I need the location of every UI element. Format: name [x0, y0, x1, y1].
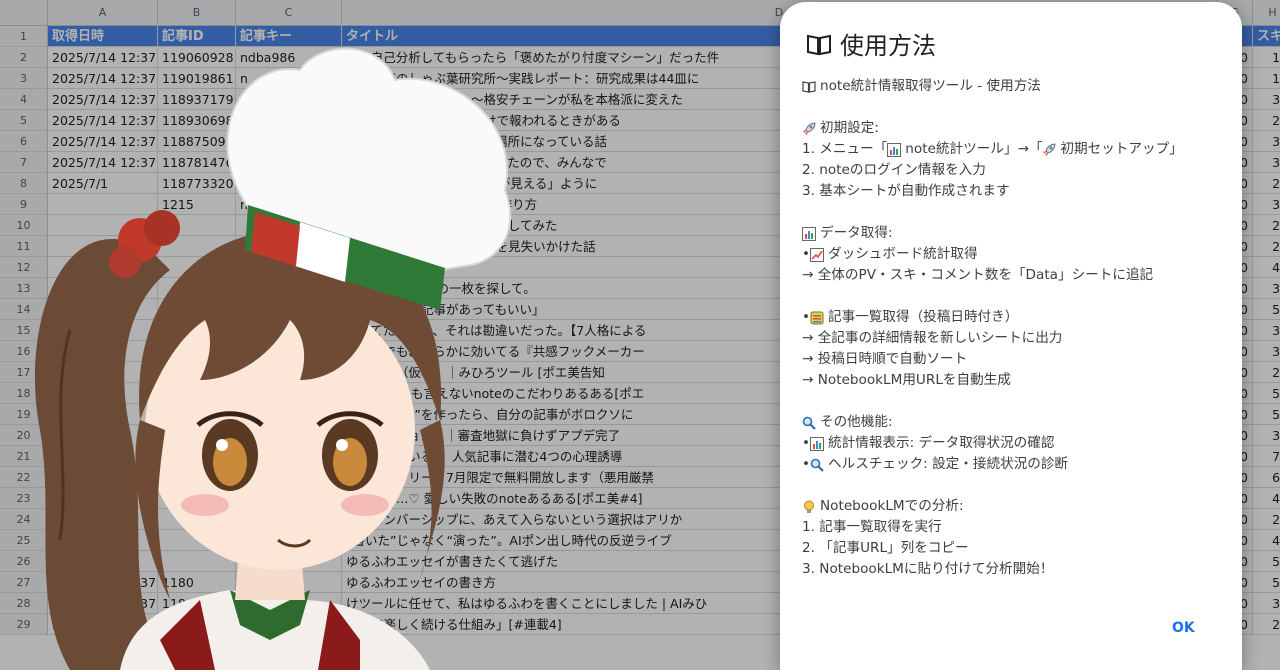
dialog-text: 2. noteのログイン情報を入力	[802, 162, 986, 178]
bulb-icon	[802, 500, 816, 514]
dialog-line: 3. 基本シートが自動作成されます	[802, 181, 1230, 202]
dialog-text: 3. 基本シートが自動作成されます	[802, 183, 1010, 199]
dialog-line: 初期設定:	[802, 118, 1230, 139]
chart-icon	[810, 436, 825, 451]
dialog-line: • 記事一覧取得（投稿日時付き）	[802, 307, 1230, 328]
dialog-text: 3. NotebookLMに貼り付けて分析開始！	[802, 561, 1054, 577]
dialog-line: • ヘルスチェック: 設定・接続状況の診断	[802, 454, 1230, 475]
dialog-body: note統計情報取得ツール - 使用方法 初期設定: 1. メニュー「 note統計ツ…	[802, 76, 1230, 580]
open-book-icon	[807, 34, 831, 55]
dialog-text: 1. メニュー「	[802, 141, 888, 157]
magnifier-icon	[802, 416, 816, 430]
dialog-line: データ取得:	[802, 223, 1230, 244]
dialog-text: note統計情報取得ツール - 使用方法	[820, 78, 1041, 94]
dialog-line: → 投稿日時順で自動ソート	[802, 349, 1230, 370]
dialog-text: •	[802, 309, 811, 325]
dialog-line: note統計情報取得ツール - 使用方法	[802, 76, 1230, 97]
dialog-line: → 全記事の詳細情報を新しいシートに出力	[802, 328, 1230, 349]
dialog-text: •	[802, 435, 811, 451]
dialog-text: → 全体のPV・スキ・コメント数を「Data」シートに追記	[802, 267, 1154, 283]
trend-icon	[810, 247, 825, 262]
dialog-text: •	[802, 456, 811, 472]
chart-icon	[887, 142, 902, 157]
dialog-line: 3. NotebookLMに貼り付けて分析開始！	[802, 559, 1230, 580]
dialog-text: note統計ツール」→「	[905, 141, 1043, 157]
dialog-title-text: 使用方法	[840, 32, 936, 60]
dialog-text: 初期設定:	[820, 120, 879, 136]
dialog-text: → 全記事の詳細情報を新しいシートに出力	[802, 330, 1063, 346]
dialog-line: • ダッシュボード統計取得	[802, 244, 1230, 265]
dialog-text: 記事一覧取得（投稿日時付き）	[828, 309, 1019, 325]
list-icon	[810, 311, 824, 325]
book-icon	[802, 80, 816, 94]
dialog-line: その他機能:	[802, 412, 1230, 433]
chef-girl-illustration	[34, 47, 511, 670]
dialog-text: 統計情報表示: データ取得状況の確認	[828, 435, 1055, 451]
dialog-text: ダッシュボード統計取得	[828, 246, 978, 262]
dialog-line: 2. noteのログイン情報を入力	[802, 160, 1230, 181]
dialog-text: ヘルスチェック: 設定・接続状況の診断	[828, 456, 1069, 472]
rocket-icon	[802, 122, 816, 136]
dialog-line: 2. 「記事URL」列をコピー	[802, 538, 1230, 559]
dialog-text: 2. 「記事URL」列をコピー	[802, 540, 969, 556]
ok-button[interactable]: OK	[1164, 614, 1203, 642]
dialog-text: → NotebookLM用URLを自動生成	[802, 372, 1011, 388]
dialog-line: → 全体のPV・スキ・コメント数を「Data」シートに追記	[802, 265, 1230, 286]
dialog-line: NotebookLMでの分析:	[802, 496, 1230, 517]
dialog-line: • 統計情報表示: データ取得状況の確認	[802, 433, 1230, 454]
rocket-icon	[1042, 143, 1056, 157]
dialog-text: •	[802, 246, 811, 262]
usage-dialog: 使用方法 note統計情報取得ツール - 使用方法 初期設定: 1. メニュー「 no…	[780, 2, 1242, 670]
magnifier-icon	[810, 458, 824, 472]
dialog-text: → 投稿日時順で自動ソート	[802, 351, 968, 367]
dialog-line: → NotebookLM用URLを自動生成	[802, 370, 1230, 391]
dialog-text: データ取得:	[820, 225, 893, 241]
dialog-text: その他機能:	[820, 414, 893, 430]
dialog-title: 使用方法	[806, 26, 936, 61]
dialog-text: NotebookLMでの分析:	[820, 498, 964, 514]
dialog-text: 1. 記事一覧取得を実行	[802, 519, 942, 535]
dialog-line: 1. メニュー「 note統計ツール」→「 初期セットアップ」	[802, 139, 1230, 160]
dialog-line: 1. 記事一覧取得を実行	[802, 517, 1230, 538]
dialog-text: 初期セットアップ」	[1060, 141, 1183, 157]
chart-icon	[802, 226, 816, 241]
